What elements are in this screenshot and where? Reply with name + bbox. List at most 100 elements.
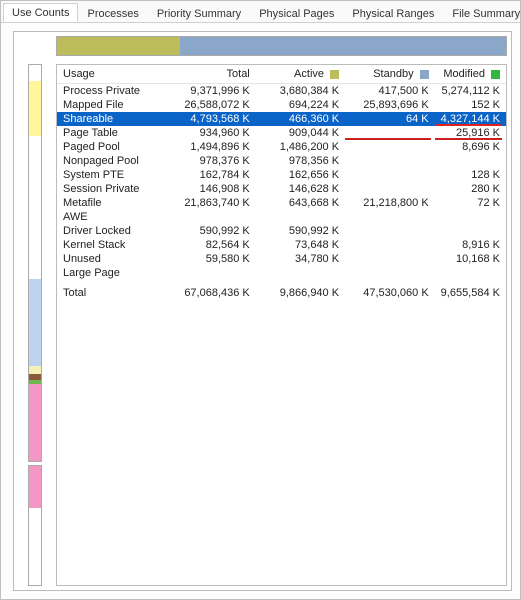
cell-total xyxy=(166,210,256,224)
cell-standby xyxy=(345,224,435,238)
cell-modified: 9,655,584 K xyxy=(435,286,506,300)
table-row[interactable]: Total67,068,436 K9,866,940 K47,530,060 K… xyxy=(57,286,506,300)
side-bars xyxy=(18,64,52,586)
table-row[interactable]: Page Table934,960 K909,044 K25,916 K xyxy=(57,126,506,140)
cell-modified: 72 K xyxy=(435,196,506,210)
header-row[interactable]: Usage Total Active Standby Mo xyxy=(57,65,506,84)
cell-active xyxy=(256,266,345,280)
cell-total: 4,793,568 K xyxy=(166,112,256,126)
inner-area: Usage Total Active Standby Mo xyxy=(18,64,507,586)
cell-modified xyxy=(435,266,506,280)
cell-standby xyxy=(345,168,435,182)
cell-active: 3,680,384 K xyxy=(256,84,345,99)
cell-active: 146,628 K xyxy=(256,182,345,196)
cell-modified: 8,916 K xyxy=(435,238,506,252)
cell-modified: 280 K xyxy=(435,182,506,196)
usage-grid[interactable]: Usage Total Active Standby Mo xyxy=(56,64,507,586)
cell-usage: Shareable xyxy=(57,112,166,126)
cell-active: 73,648 K xyxy=(256,238,345,252)
legend-modified-icon xyxy=(491,70,500,79)
tab-physical-pages[interactable]: Physical Pages xyxy=(250,4,343,22)
cell-active: 909,044 K xyxy=(256,126,345,140)
legend-standby-icon xyxy=(420,70,429,79)
tab-use-counts[interactable]: Use Counts xyxy=(3,3,78,22)
cell-total: 162,784 K xyxy=(166,168,256,182)
cell-active: 978,356 K xyxy=(256,154,345,168)
table-row[interactable]: AWE xyxy=(57,210,506,224)
cell-usage: Total xyxy=(57,286,166,300)
cell-modified: 8,696 K xyxy=(435,140,506,154)
top-sum-bar-area xyxy=(14,32,511,60)
cell-usage: Unused xyxy=(57,252,166,266)
top-sum-bar xyxy=(56,36,507,56)
cell-active: 466,360 K xyxy=(256,112,345,126)
cell-usage: Large Page xyxy=(57,266,166,280)
cell-usage: Session Private xyxy=(57,182,166,196)
tab-physical-ranges[interactable]: Physical Ranges xyxy=(343,4,443,22)
cell-total: 21,863,740 K xyxy=(166,196,256,210)
cell-active: 34,780 K xyxy=(256,252,345,266)
content-pane: Usage Total Active Standby Mo xyxy=(13,31,512,591)
cell-total: 590,992 K xyxy=(166,224,256,238)
side-seg xyxy=(29,366,41,374)
cell-total: 82,564 K xyxy=(166,238,256,252)
cell-modified: 152 K xyxy=(435,98,506,112)
table-row[interactable]: Unused59,580 K34,780 K10,168 K xyxy=(57,252,506,266)
cell-modified: 4,327,144 K xyxy=(435,112,506,126)
cell-total: 59,580 K xyxy=(166,252,256,266)
cell-usage: Mapped File xyxy=(57,98,166,112)
side-seg xyxy=(29,466,41,508)
cell-total: 978,376 K xyxy=(166,154,256,168)
cell-usage: Process Private xyxy=(57,84,166,99)
tab-priority-summary[interactable]: Priority Summary xyxy=(148,4,250,22)
side-seg xyxy=(29,65,41,81)
cell-standby xyxy=(345,140,435,154)
legend-active-icon xyxy=(330,70,339,79)
cell-total: 934,960 K xyxy=(166,126,256,140)
col-total[interactable]: Total xyxy=(166,65,256,84)
cell-standby xyxy=(345,126,435,140)
table-row[interactable]: Process Private9,371,996 K3,680,384 K417… xyxy=(57,84,506,99)
col-standby-label: Standby xyxy=(373,68,413,80)
col-modified[interactable]: Modified xyxy=(435,65,506,84)
cell-standby xyxy=(345,238,435,252)
table-row[interactable]: Driver Locked590,992 K590,992 K xyxy=(57,224,506,238)
cell-standby xyxy=(345,154,435,168)
cell-active: 643,668 K xyxy=(256,196,345,210)
table-row[interactable]: Shareable4,793,568 K466,360 K64 K4,327,1… xyxy=(57,112,506,126)
cell-total: 9,371,996 K xyxy=(166,84,256,99)
cell-modified: 5,274,112 K xyxy=(435,84,506,99)
cell-usage: Paged Pool xyxy=(57,140,166,154)
col-standby[interactable]: Standby xyxy=(345,65,435,84)
side-seg xyxy=(29,384,41,461)
cell-modified xyxy=(435,154,506,168)
cell-total: 67,068,436 K xyxy=(166,286,256,300)
table-row[interactable]: Metafile21,863,740 K643,668 K21,218,800 … xyxy=(57,196,506,210)
cell-active: 694,224 K xyxy=(256,98,345,112)
side-seg xyxy=(29,81,41,136)
cell-modified: 25,916 K xyxy=(435,126,506,140)
tab-processes[interactable]: Processes xyxy=(78,4,147,22)
table-row[interactable]: Nonpaged Pool978,376 K978,356 K xyxy=(57,154,506,168)
table-row[interactable]: Large Page xyxy=(57,266,506,280)
tab-bar: Use CountsProcessesPriority SummaryPhysi… xyxy=(1,1,520,23)
cell-standby xyxy=(345,266,435,280)
col-modified-label: Modified xyxy=(443,68,485,80)
table-row[interactable]: Session Private146,908 K146,628 K280 K xyxy=(57,182,506,196)
table-row[interactable]: Paged Pool1,494,896 K1,486,200 K8,696 K xyxy=(57,140,506,154)
table-row[interactable]: Kernel Stack82,564 K73,648 K 8,916 K xyxy=(57,238,506,252)
cell-standby: 64 K xyxy=(345,112,435,126)
side-seg xyxy=(29,508,41,585)
col-active[interactable]: Active xyxy=(256,65,345,84)
table-row[interactable]: System PTE162,784 K162,656 K128 K xyxy=(57,168,506,182)
side-bar-1 xyxy=(28,64,42,462)
tab-file-summary[interactable]: File Summary xyxy=(443,4,521,22)
cell-usage: Nonpaged Pool xyxy=(57,154,166,168)
cell-usage: Kernel Stack xyxy=(57,238,166,252)
cell-standby: 21,218,800 K xyxy=(345,196,435,210)
table-row[interactable]: Mapped File26,588,072 K694,224 K25,893,6… xyxy=(57,98,506,112)
col-usage[interactable]: Usage xyxy=(57,65,166,84)
col-active-label: Active xyxy=(294,68,324,80)
cell-active: 9,866,940 K xyxy=(256,286,345,300)
cell-standby: 417,500 K xyxy=(345,84,435,99)
